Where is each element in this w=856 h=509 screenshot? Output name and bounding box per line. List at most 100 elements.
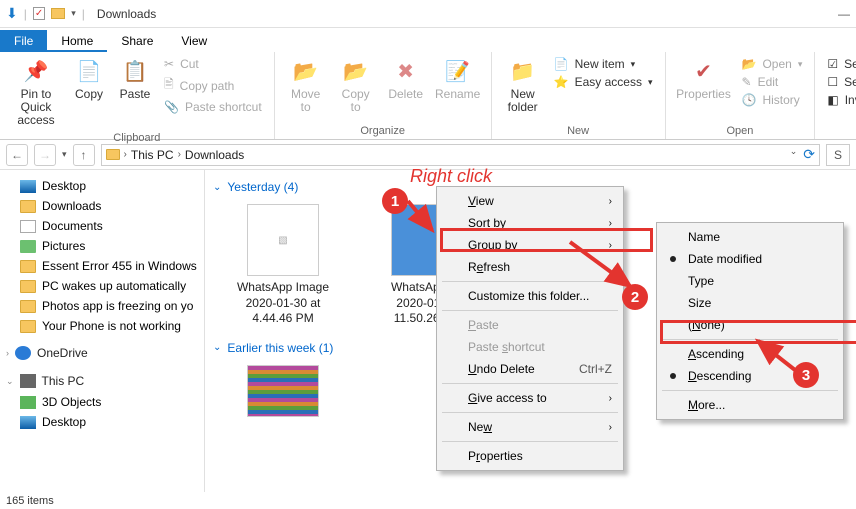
nav-up-button[interactable]: ↑ xyxy=(73,144,95,166)
annotation-badge-2: 2 xyxy=(622,284,648,310)
selectall-icon: ☑ xyxy=(827,57,838,71)
chevron-right-icon[interactable]: › xyxy=(124,149,127,160)
group-new: 📁 New folder 📄New item ▾ ⭐Easy access ▾ … xyxy=(492,52,666,139)
newitem-button[interactable]: 📄New item ▾ xyxy=(550,56,657,72)
pasteshortcut-button[interactable]: 📎Paste shortcut xyxy=(160,99,266,115)
moveto-button[interactable]: 📂 Move to xyxy=(283,54,329,118)
nav-essent[interactable]: Essent Error 455 in Windows xyxy=(4,256,200,276)
dropdown-icon[interactable]: ⌄ xyxy=(790,146,798,163)
copyto-icon: 📂 xyxy=(342,58,370,86)
copypath-button[interactable]: 🖹Copy path xyxy=(160,74,266,97)
paste-icon: 📋 xyxy=(121,58,149,86)
bullet-icon xyxy=(670,256,676,262)
invert-button[interactable]: ◧Invert selection xyxy=(823,92,856,108)
nav-3dobjects[interactable]: 3D Objects xyxy=(4,392,200,412)
scissors-icon: ✂ xyxy=(164,57,174,71)
qat-check-icon[interactable]: ✓ xyxy=(33,7,45,20)
nav-desktop2[interactable]: Desktop xyxy=(4,412,200,432)
ctx-properties[interactable]: Properties xyxy=(440,445,620,467)
app-arrow-icon[interactable]: ⬇ xyxy=(6,5,18,22)
nav-downloads[interactable]: Downloads xyxy=(4,196,200,216)
status-items: 165 items xyxy=(6,495,54,507)
tab-share[interactable]: Share xyxy=(107,30,167,52)
newitem-icon: 📄 xyxy=(554,57,569,71)
breadcrumb[interactable]: › This PC › Downloads ⌄ ⟳ xyxy=(101,144,820,166)
group-clipboard: 📌 Pin to Quick access 📄 Copy 📋 Paste ✂Cu… xyxy=(0,52,275,139)
qat-overflow-icon[interactable]: ▾ xyxy=(71,8,76,19)
invert-icon: ◧ xyxy=(827,93,838,107)
annotation-rightclick: Right click xyxy=(410,166,492,187)
properties-button[interactable]: ✔ Properties xyxy=(674,54,734,105)
nav-onedrive[interactable]: ›OneDrive xyxy=(4,342,200,364)
annotation-box-groupby xyxy=(440,228,653,252)
ctx-pasteshortcut: Paste shortcut xyxy=(440,336,620,358)
paste-button[interactable]: 📋 Paste xyxy=(114,54,156,105)
pictures-icon xyxy=(20,240,36,253)
ctx-giveaccess[interactable]: Give access to› xyxy=(440,387,620,409)
sub-type[interactable]: Type xyxy=(660,270,840,292)
nav-recent-button[interactable]: ▾ xyxy=(62,149,67,160)
chevron-down-icon[interactable]: ⌄ xyxy=(6,376,14,387)
properties-icon: ✔ xyxy=(690,58,718,86)
cut-button[interactable]: ✂Cut xyxy=(160,56,266,72)
group-open: ✔ Properties 📂Open ▾ ✎Edit 🕓History Open xyxy=(666,52,816,139)
sub-datemod[interactable]: Date modified xyxy=(660,248,840,270)
refresh-icon[interactable]: ⟳ xyxy=(803,146,815,163)
nav-thispc[interactable]: ⌄This PC xyxy=(4,370,200,392)
ctx-customize[interactable]: Customize this folder... xyxy=(440,285,620,307)
tab-file[interactable]: File xyxy=(0,30,47,52)
nav-pcwakes[interactable]: PC wakes up automatically xyxy=(4,276,200,296)
qat-folder-icon[interactable] xyxy=(51,8,65,19)
chevron-right-icon[interactable]: › xyxy=(6,348,9,358)
sub-name[interactable]: Name xyxy=(660,226,840,248)
open-button[interactable]: 📂Open ▾ xyxy=(738,56,807,72)
crumb-downloads[interactable]: Downloads xyxy=(185,148,244,162)
crumb-thispc[interactable]: This PC xyxy=(131,148,174,162)
nav-fwd-button[interactable]: → xyxy=(34,144,56,166)
newfolder-button[interactable]: 📁 New folder xyxy=(500,54,546,118)
selectnone-button[interactable]: ☐Select none xyxy=(823,74,856,90)
delete-button[interactable]: ✖ Delete xyxy=(383,54,429,105)
pc-icon xyxy=(20,374,36,388)
qat-sep2: | xyxy=(82,7,85,21)
copy-button[interactable]: 📄 Copy xyxy=(68,54,110,105)
folder-icon xyxy=(20,320,36,333)
ribbon-tabs: File Home Share View xyxy=(0,28,856,52)
chevron-right-icon: › xyxy=(609,393,612,404)
search-button[interactable]: S xyxy=(826,144,850,166)
history-button[interactable]: 🕓History xyxy=(738,92,807,108)
copyto-button[interactable]: 📂 Copy to xyxy=(333,54,379,118)
sub-size[interactable]: Size xyxy=(660,292,840,314)
selectall-button[interactable]: ☑Select all xyxy=(823,56,856,72)
file-item[interactable]: ▧ WhatsApp Image 2020-01-30 at 4.44.46 P… xyxy=(223,204,343,327)
nav-desktop[interactable]: Desktop xyxy=(4,176,200,196)
open-icon: 📂 xyxy=(742,57,757,71)
ctx-view[interactable]: View› xyxy=(440,190,620,212)
file-label: WhatsApp Image 2020-01-30 at 4.44.46 PM xyxy=(223,280,343,327)
nav-photos[interactable]: Photos app is freezing on yo xyxy=(4,296,200,316)
chevron-right-icon[interactable]: › xyxy=(178,149,181,160)
annotation-box-none xyxy=(660,320,856,344)
easyaccess-button[interactable]: ⭐Easy access ▾ xyxy=(550,74,657,90)
nav-pictures[interactable]: Pictures xyxy=(4,236,200,256)
rename-button[interactable]: 📝 Rename xyxy=(433,54,483,105)
ctx-new[interactable]: New› xyxy=(440,416,620,438)
pin-button[interactable]: 📌 Pin to Quick access xyxy=(8,54,64,132)
nav-back-button[interactable]: ← xyxy=(6,144,28,166)
desktop-icon xyxy=(20,180,36,193)
minimize-button[interactable]: — xyxy=(838,7,850,21)
folder-icon xyxy=(106,149,120,160)
ctx-refresh[interactable]: Refresh xyxy=(440,256,620,278)
moveto-icon: 📂 xyxy=(292,58,320,86)
tab-home[interactable]: Home xyxy=(47,30,107,52)
document-icon xyxy=(20,220,36,233)
folder-icon xyxy=(20,280,36,293)
nav-yourphone[interactable]: Your Phone is not working xyxy=(4,316,200,336)
sub-asc[interactable]: Ascending xyxy=(660,343,840,365)
nav-documents[interactable]: Documents xyxy=(4,216,200,236)
file-item[interactable] xyxy=(223,365,343,421)
ctx-undodelete[interactable]: Undo DeleteCtrl+Z xyxy=(440,358,620,380)
sub-more[interactable]: More... xyxy=(660,394,840,416)
edit-button[interactable]: ✎Edit xyxy=(738,74,807,90)
tab-view[interactable]: View xyxy=(167,30,221,52)
